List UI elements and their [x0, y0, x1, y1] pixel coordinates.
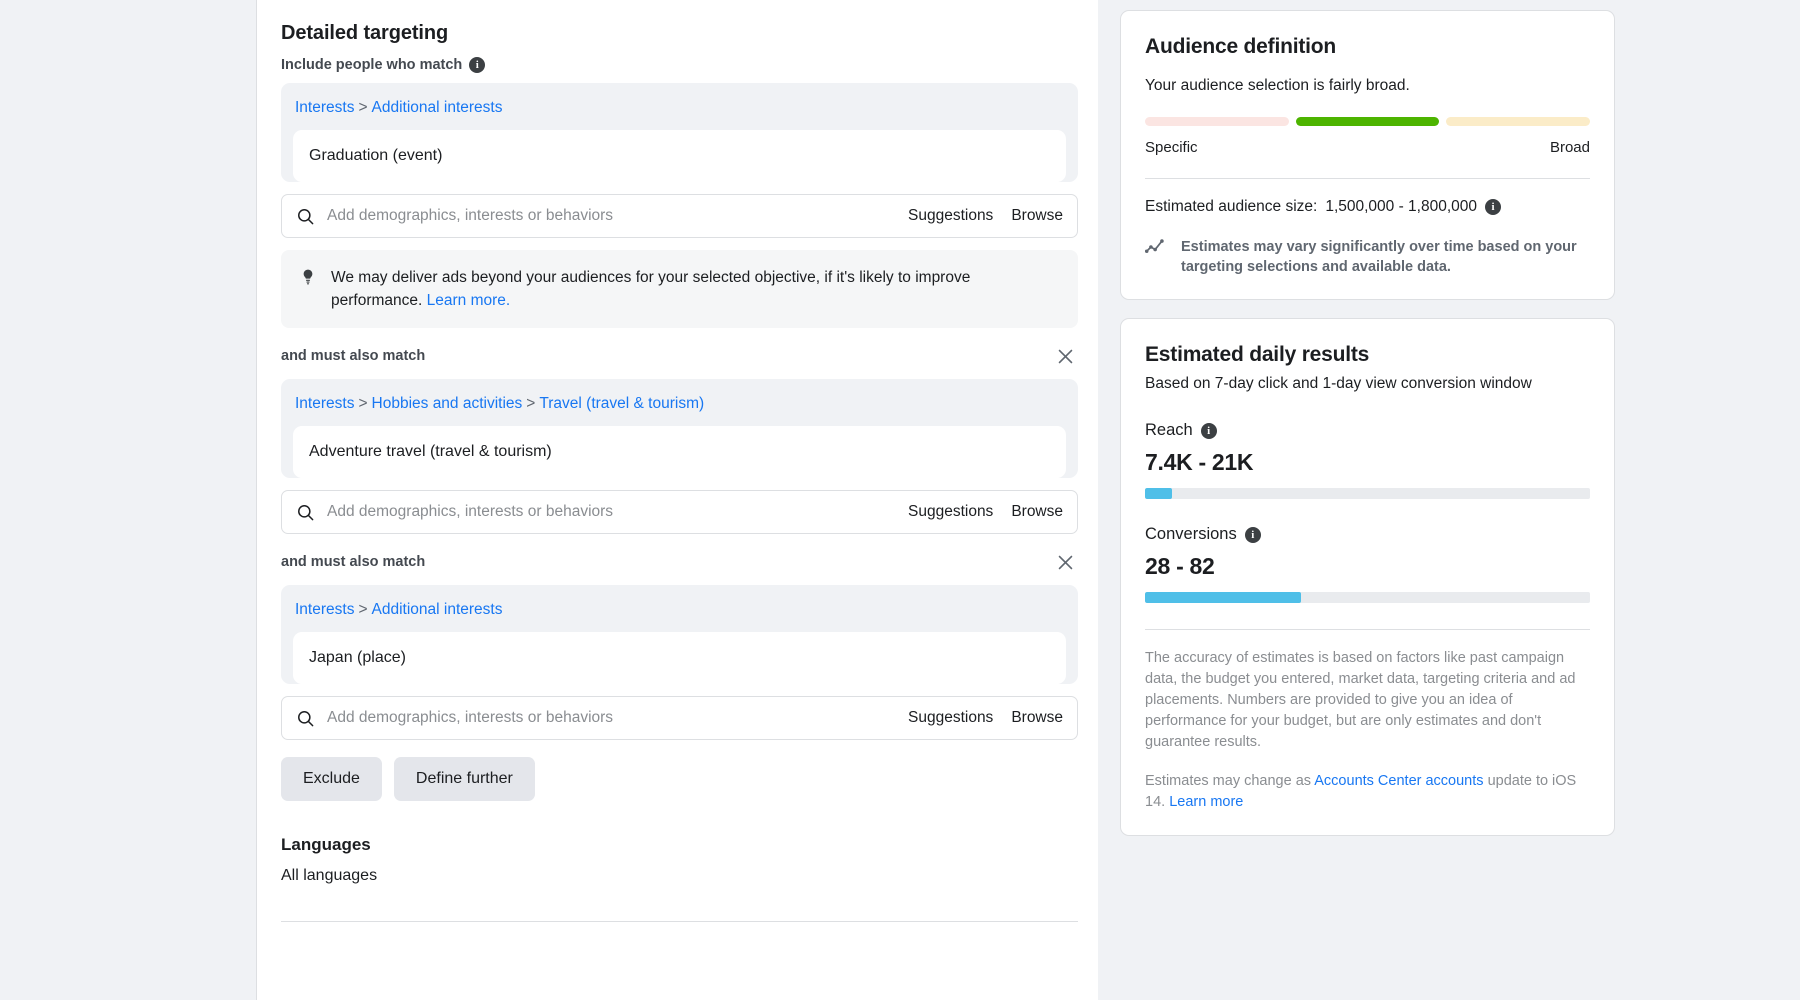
trend-line-icon: [1145, 239, 1164, 254]
reach-value: 7.4K - 21K: [1145, 449, 1254, 475]
search-input-3[interactable]: Add demographics, interests or behaviors: [327, 709, 896, 727]
close-icon: [1058, 555, 1072, 569]
daily-results-title: Estimated daily results: [1145, 343, 1370, 366]
also-match-label-2: and must also match: [281, 348, 426, 364]
reach-bar: [1145, 488, 1590, 499]
breadcrumb-3-item-0[interactable]: Interests: [295, 601, 354, 618]
search-row-3[interactable]: Add demographics, interests or behaviors…: [281, 696, 1078, 740]
targeting-group-2: Interests > Hobbies and activities > Travel …: [281, 379, 1078, 478]
daily-results-divider: [1145, 629, 1590, 630]
conversions-value: 28 - 82: [1145, 553, 1215, 579]
breadcrumb-1-item-1[interactable]: Additional interests: [372, 99, 503, 116]
middle-segment: [1295, 117, 1440, 126]
reach-label: Reach: [1145, 421, 1193, 439]
specific-segment: [1145, 117, 1289, 126]
breadcrumb-1-item-0[interactable]: Interests: [295, 99, 354, 116]
info-icon[interactable]: i: [1244, 526, 1261, 543]
lightbulb-icon: [303, 269, 313, 285]
browse-button-1[interactable]: Browse: [1011, 207, 1063, 225]
search-icon: [298, 208, 314, 224]
accounts-center-link[interactable]: Accounts Center accounts: [1314, 773, 1483, 789]
summary-rail: Audience definition Your audience select…: [1120, 10, 1615, 836]
estimates-vary-note: Estimates may vary significantly over ti…: [1145, 237, 1590, 277]
search-input-1[interactable]: Add demographics, interests or behaviors: [327, 207, 896, 225]
selection-chip-2[interactable]: Adventure travel (travel & tourism): [293, 426, 1066, 478]
search-row-1[interactable]: Add demographics, interests or behaviors…: [281, 194, 1078, 238]
breadcrumb-2-item-1[interactable]: Hobbies and activities: [372, 395, 523, 412]
info-icon[interactable]: i: [469, 57, 486, 73]
audience-definition-title: Audience definition: [1145, 35, 1337, 58]
define-further-button[interactable]: Define further: [393, 757, 535, 801]
daily-results-subtitle: Based on 7-day click and 1-day view conv…: [1145, 375, 1532, 392]
delivery-notice: We may deliver ads beyond your audiences…: [281, 250, 1078, 328]
accuracy-note: The accuracy of estimates is based on fa…: [1145, 650, 1576, 750]
selection-chip-1[interactable]: Graduation (event): [293, 130, 1066, 182]
languages-value[interactable]: All languages: [281, 867, 1078, 885]
breadcrumb-1: Interests > Additional interests: [293, 96, 1066, 130]
conversions-bar-fill: [1145, 592, 1301, 603]
breadcrumb-2-item-0[interactable]: Interests: [295, 395, 354, 412]
targeting-actions: Exclude Define further: [281, 757, 1078, 801]
estimates-vary-text: Estimates may vary significantly over ti…: [1181, 239, 1577, 275]
include-people-label: Include people who match i: [281, 57, 1078, 73]
also-match-row-3: and must also match: [281, 549, 1078, 575]
targeting-group-3: Interests > Additional interests Japan (pl…: [281, 585, 1078, 684]
audience-card-divider: [1145, 178, 1590, 179]
ios-note-pre: Estimates may change as: [1145, 773, 1312, 789]
breadcrumb-3-item-1[interactable]: Additional interests: [372, 601, 503, 618]
also-match-label-3: and must also match: [281, 554, 426, 570]
breadcrumb-3: Interests > Additional interests: [293, 598, 1066, 632]
audience-definition-summary: Your audience selection is fairly broad.: [1145, 77, 1410, 94]
search-row-2[interactable]: Add demographics, interests or behaviors…: [281, 490, 1078, 534]
gauge-label-broad: Broad: [1549, 139, 1590, 156]
estimated-audience-size: Estimated audience size: 1,500,000 - 1,8…: [1145, 198, 1590, 216]
conversions-label-row: Conversions i: [1145, 525, 1590, 544]
gauge-labels: Specific Broad: [1145, 139, 1590, 156]
also-match-row-2: and must also match: [281, 343, 1078, 369]
delivery-notice-text: We may deliver ads beyond your audiences…: [331, 266, 1060, 312]
breadcrumb-sep: >: [526, 395, 536, 412]
conversions-bar: [1145, 592, 1590, 603]
search-input-2[interactable]: Add demographics, interests or behaviors: [327, 503, 896, 521]
audience-gauge: [1145, 117, 1591, 126]
suggestions-button-1[interactable]: Suggestions: [908, 207, 993, 225]
ios-note: Estimates may change as Accounts Center …: [1145, 771, 1590, 813]
info-icon[interactable]: i: [1200, 422, 1217, 439]
breadcrumb-sep: >: [358, 395, 368, 412]
remove-group-2-button[interactable]: [1052, 343, 1078, 369]
audience-definition-card: Audience definition Your audience select…: [1120, 10, 1615, 300]
info-icon[interactable]: i: [1485, 199, 1502, 215]
suggestions-button-2[interactable]: Suggestions: [908, 503, 993, 521]
breadcrumb-sep: >: [358, 99, 368, 116]
breadcrumb-sep: >: [358, 601, 368, 618]
close-icon: [1058, 349, 1072, 363]
detailed-targeting-panel: Detailed targeting Include people who ma…: [256, 0, 1098, 1000]
reach-bar-fill: [1145, 488, 1172, 499]
suggestions-button-3[interactable]: Suggestions: [908, 709, 993, 727]
include-people-text: Include people who match: [281, 57, 463, 73]
languages-heading: Languages: [281, 835, 371, 854]
section-divider: [281, 921, 1078, 922]
broad-segment: [1446, 117, 1591, 126]
remove-group-3-button[interactable]: [1052, 549, 1078, 575]
breadcrumb-2-item-2[interactable]: Travel (travel & tourism): [539, 395, 704, 412]
browse-button-3[interactable]: Browse: [1011, 709, 1063, 727]
selection-chip-3[interactable]: Japan (place): [293, 632, 1066, 684]
exclude-button[interactable]: Exclude: [281, 757, 382, 801]
breadcrumb-2: Interests > Hobbies and activities > Travel …: [293, 392, 1066, 426]
reach-label-row: Reach i: [1145, 421, 1590, 440]
search-icon: [298, 710, 314, 726]
page-title: Detailed targeting: [281, 22, 449, 44]
learn-more-link[interactable]: Learn more.: [427, 292, 511, 309]
search-icon: [298, 504, 314, 520]
gauge-label-specific: Specific: [1145, 139, 1198, 156]
ios-learn-more-link[interactable]: Learn more: [1169, 794, 1243, 810]
left-gutter: [0, 0, 256, 1000]
conversions-label: Conversions: [1145, 525, 1237, 543]
estimated-size-label: Estimated audience size:: [1145, 198, 1318, 215]
targeting-group-1: Interests > Additional interests Graduatio…: [281, 83, 1078, 182]
estimated-daily-results-card: Estimated daily results Based on 7-day c…: [1120, 318, 1615, 836]
browse-button-2[interactable]: Browse: [1011, 503, 1063, 521]
estimated-size-value: 1,500,000 - 1,800,000: [1325, 198, 1478, 215]
